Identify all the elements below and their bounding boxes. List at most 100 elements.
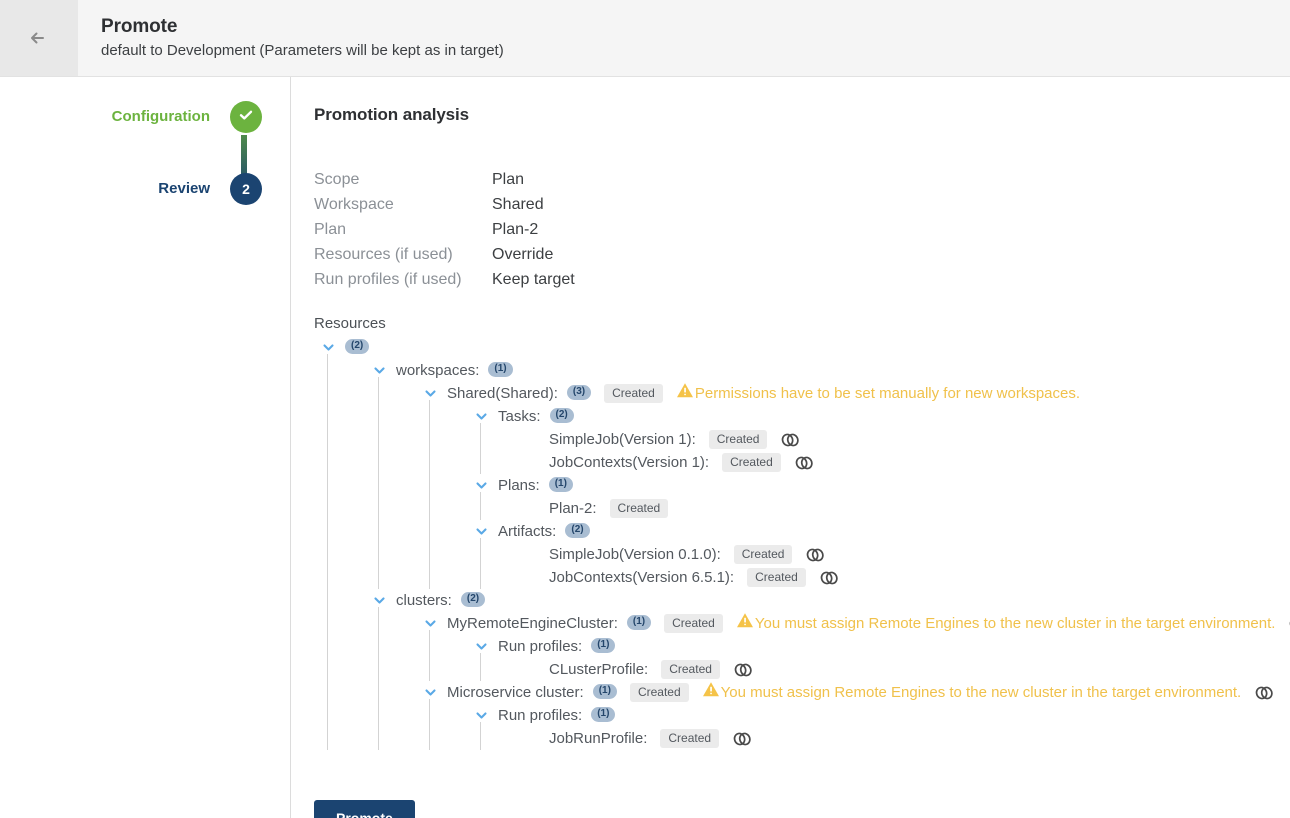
tree-node[interactable]: CLusterProfile: Created (314, 658, 1290, 681)
tree-node-count-badge: (1) (488, 362, 513, 377)
link-icon[interactable] (732, 730, 752, 748)
summary-row: Run profiles (if used) Keep target (314, 267, 575, 292)
status-badge: Created (629, 683, 689, 702)
page-subtitle: default to Development (Parameters will … (101, 41, 504, 59)
status-badge: Created (609, 499, 669, 518)
tree-node-label: Microservice cluster: (447, 683, 584, 701)
chevron-down-icon[interactable] (474, 409, 489, 424)
chevron-down-icon[interactable] (321, 340, 336, 355)
tree-node-label: workspaces: (396, 361, 480, 379)
back-button[interactable] (0, 0, 78, 76)
tree-node-label: Tasks: (498, 407, 541, 425)
link-icon[interactable] (794, 454, 814, 472)
tree-node[interactable]: Plans: (1) (314, 474, 1290, 497)
promote-button-wrap: Promote (314, 800, 1290, 818)
summary-value: Override (492, 246, 554, 263)
warning-triangle-icon (702, 681, 721, 704)
tree-node-count-badge: (1) (626, 615, 652, 630)
tree-node[interactable]: (2) (314, 336, 1290, 359)
tree-node-label: Shared(Shared): (447, 384, 558, 402)
link-icon[interactable] (780, 431, 800, 449)
tree-guide-line (327, 354, 328, 750)
tree-node-count-badge: (1) (592, 684, 617, 699)
warning-message: You must assign Remote Engines to the ne… (702, 681, 1241, 704)
summary-row: Workspace Shared (314, 192, 575, 217)
tree-node[interactable]: Artifacts: (2) (314, 520, 1290, 543)
resources-tree-title: Resources (314, 315, 386, 332)
tree-guide-line (480, 423, 481, 474)
tree-node-label: MyRemoteEngineCluster: (447, 614, 618, 632)
tree-node-label: SimpleJob(Version 0.1.0): (549, 545, 721, 563)
chevron-down-icon[interactable] (474, 478, 489, 493)
arrow-left-icon (26, 25, 52, 51)
tree-node[interactable]: clusters: (2) (314, 589, 1290, 612)
tree-guide-line (378, 607, 379, 750)
tree-node-label: Run profiles: (498, 637, 583, 655)
tree-node-count-badge: (1) (548, 477, 573, 492)
tree-node[interactable]: workspaces: (1) (314, 359, 1290, 382)
stepper-step-review[interactable]: Review 2 (0, 171, 290, 243)
stepper-label-configuration[interactable]: Configuration (112, 99, 230, 135)
warning-triangle-icon (676, 382, 695, 405)
stepper-label-review[interactable]: Review (158, 171, 230, 207)
status-badge: Created (722, 453, 781, 472)
tree-node-label: Run profiles: (498, 706, 583, 724)
tree-node[interactable]: JobRunProfile: Created (314, 727, 1290, 750)
tree-node[interactable]: Plan-2: Created (314, 497, 1290, 520)
resources-tree: (2) workspaces: (1) Shared(Shared): (3) Creat… (314, 336, 1290, 750)
tree-guide-line (429, 630, 430, 681)
promotion-summary-table: Scope Plan Workspace Shared Plan Plan-2 Resour… (314, 167, 575, 292)
link-icon[interactable] (733, 661, 753, 679)
link-icon[interactable] (805, 546, 825, 564)
promote-button[interactable]: Promote (314, 800, 415, 818)
warning-message: Permissions have to be set manually for … (676, 382, 1080, 405)
tree-node[interactable]: Tasks: (2) (314, 405, 1290, 428)
link-icon[interactable] (1254, 684, 1274, 702)
status-badge: Created (604, 384, 663, 403)
tree-node[interactable]: Microservice cluster: (1) Created You must … (314, 681, 1290, 704)
tree-node-label: clusters: (396, 591, 452, 609)
tree-node[interactable]: Run profiles: (1) (314, 635, 1290, 658)
page-header: Promote default to Development (Paramete… (0, 0, 1290, 77)
chevron-down-icon[interactable] (423, 616, 438, 631)
tree-node-label: CLusterProfile: (549, 660, 649, 678)
tree-node[interactable]: Run profiles: (1) (314, 704, 1290, 727)
chevron-down-icon[interactable] (372, 363, 387, 378)
tree-node[interactable]: SimpleJob(Version 0.1.0): Created (314, 543, 1290, 566)
tree-node-label: JobRunProfile: (549, 729, 648, 747)
summary-key: Plan (314, 221, 347, 238)
status-badge: Created (661, 660, 720, 679)
status-badge: Created (660, 729, 720, 748)
tree-node-count-badge: (1) (591, 707, 616, 722)
chevron-down-icon[interactable] (372, 593, 387, 608)
tree-guide-line (378, 377, 379, 589)
status-badge: Created (664, 614, 723, 633)
link-icon[interactable] (819, 569, 839, 587)
chevron-down-icon[interactable] (474, 524, 489, 539)
chevron-down-icon[interactable] (423, 386, 438, 401)
stepper-marker-configuration[interactable] (230, 101, 262, 133)
tree-guide-line (480, 538, 481, 589)
tree-guide-line (429, 699, 430, 750)
stepper-marker-review[interactable]: 2 (230, 173, 262, 205)
tree-node[interactable]: JobContexts(Version 6.5.1): Created (314, 566, 1290, 589)
tree-node-label: JobContexts(Version 1): (549, 453, 710, 471)
tree-node[interactable]: JobContexts(Version 1): Created (314, 451, 1290, 474)
tree-node-count-badge: (3) (566, 385, 592, 400)
tree-node-count-badge: (2) (565, 523, 590, 538)
chevron-down-icon[interactable] (423, 685, 438, 700)
status-badge: Created (733, 545, 793, 564)
chevron-down-icon[interactable] (474, 708, 489, 723)
chevron-down-icon[interactable] (474, 639, 489, 654)
stepper-marker-number: 2 (242, 181, 250, 197)
tree-node[interactable]: Shared(Shared): (3) Created Permissions hav… (314, 382, 1290, 405)
summary-value: Shared (492, 196, 544, 213)
summary-key: Run profiles (if used) (314, 271, 462, 288)
tree-node[interactable]: MyRemoteEngineCluster: (1) Created You must… (314, 612, 1290, 635)
tree-node-count-badge: (1) (591, 638, 616, 653)
page-body: Configuration Review 2 Promotion analysi… (0, 77, 1290, 818)
summary-row: Plan Plan-2 (314, 217, 575, 242)
tree-node[interactable]: SimpleJob(Version 1): Created (314, 428, 1290, 451)
summary-rows: Scope Plan Workspace Shared Plan Plan-2 Resour… (314, 167, 575, 292)
summary-key: Workspace (314, 196, 394, 213)
